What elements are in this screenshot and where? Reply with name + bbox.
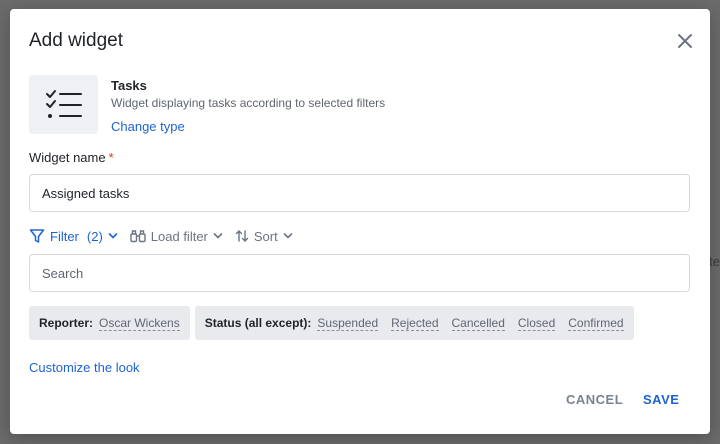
task-list-icon bbox=[29, 75, 98, 134]
filter-label: Filter bbox=[50, 228, 79, 244]
customize-look-link[interactable]: Customize the look bbox=[29, 360, 140, 375]
load-filter-label: Load filter bbox=[150, 228, 208, 244]
filter-count: (2) bbox=[86, 228, 103, 244]
filter-icon bbox=[29, 229, 45, 243]
widget-name-label-text: Widget name bbox=[29, 150, 106, 165]
filter-button[interactable]: Filter (2) bbox=[29, 228, 118, 244]
widget-type-name: Tasks bbox=[111, 78, 147, 93]
backdrop-text: te bbox=[709, 254, 720, 269]
widget-name-input[interactable] bbox=[29, 174, 690, 212]
chevron-down-icon bbox=[108, 233, 118, 239]
load-filter-button[interactable]: Load filter bbox=[130, 229, 223, 244]
chip-label: Status (all except): bbox=[204, 316, 312, 330]
sort-label: Sort bbox=[253, 228, 278, 244]
cancel-button[interactable]: CANCEL bbox=[566, 392, 623, 407]
chip-value[interactable]: Suspended bbox=[317, 316, 379, 331]
binoculars-icon bbox=[130, 230, 146, 243]
chip-value[interactable]: Cancelled bbox=[451, 316, 505, 331]
filter-toolbar: Filter (2) Load filter Sort bbox=[29, 228, 293, 244]
sort-icon bbox=[235, 230, 249, 242]
required-mark: * bbox=[108, 150, 114, 165]
add-widget-dialog: Add widget Tasks Widget displaying tasks… bbox=[10, 9, 710, 434]
sort-button[interactable]: Sort bbox=[235, 229, 293, 244]
save-button[interactable]: SAVE bbox=[643, 392, 679, 407]
filter-chips: Reporter: Oscar Wickens Status (all exce… bbox=[29, 306, 634, 340]
close-icon[interactable] bbox=[676, 32, 694, 50]
chevron-down-icon bbox=[283, 233, 293, 239]
widget-type-description: Widget displaying tasks according to sel… bbox=[111, 96, 386, 110]
search-input[interactable] bbox=[29, 254, 690, 292]
chip-label: Reporter: bbox=[39, 316, 94, 330]
chip-value[interactable]: Closed bbox=[517, 316, 556, 331]
widget-name-label: Widget name * bbox=[29, 150, 114, 165]
chip-value[interactable]: Confirmed bbox=[568, 316, 624, 331]
reporter-chip: Reporter: Oscar Wickens bbox=[29, 306, 190, 340]
dialog-title: Add widget bbox=[29, 30, 124, 51]
chevron-down-icon bbox=[213, 233, 223, 239]
chip-value[interactable]: Oscar Wickens bbox=[99, 316, 180, 331]
change-type-link[interactable]: Change type bbox=[111, 119, 185, 134]
chip-value[interactable]: Rejected bbox=[391, 316, 439, 331]
status-chip: Status (all except): Suspended Rejected … bbox=[194, 306, 634, 340]
